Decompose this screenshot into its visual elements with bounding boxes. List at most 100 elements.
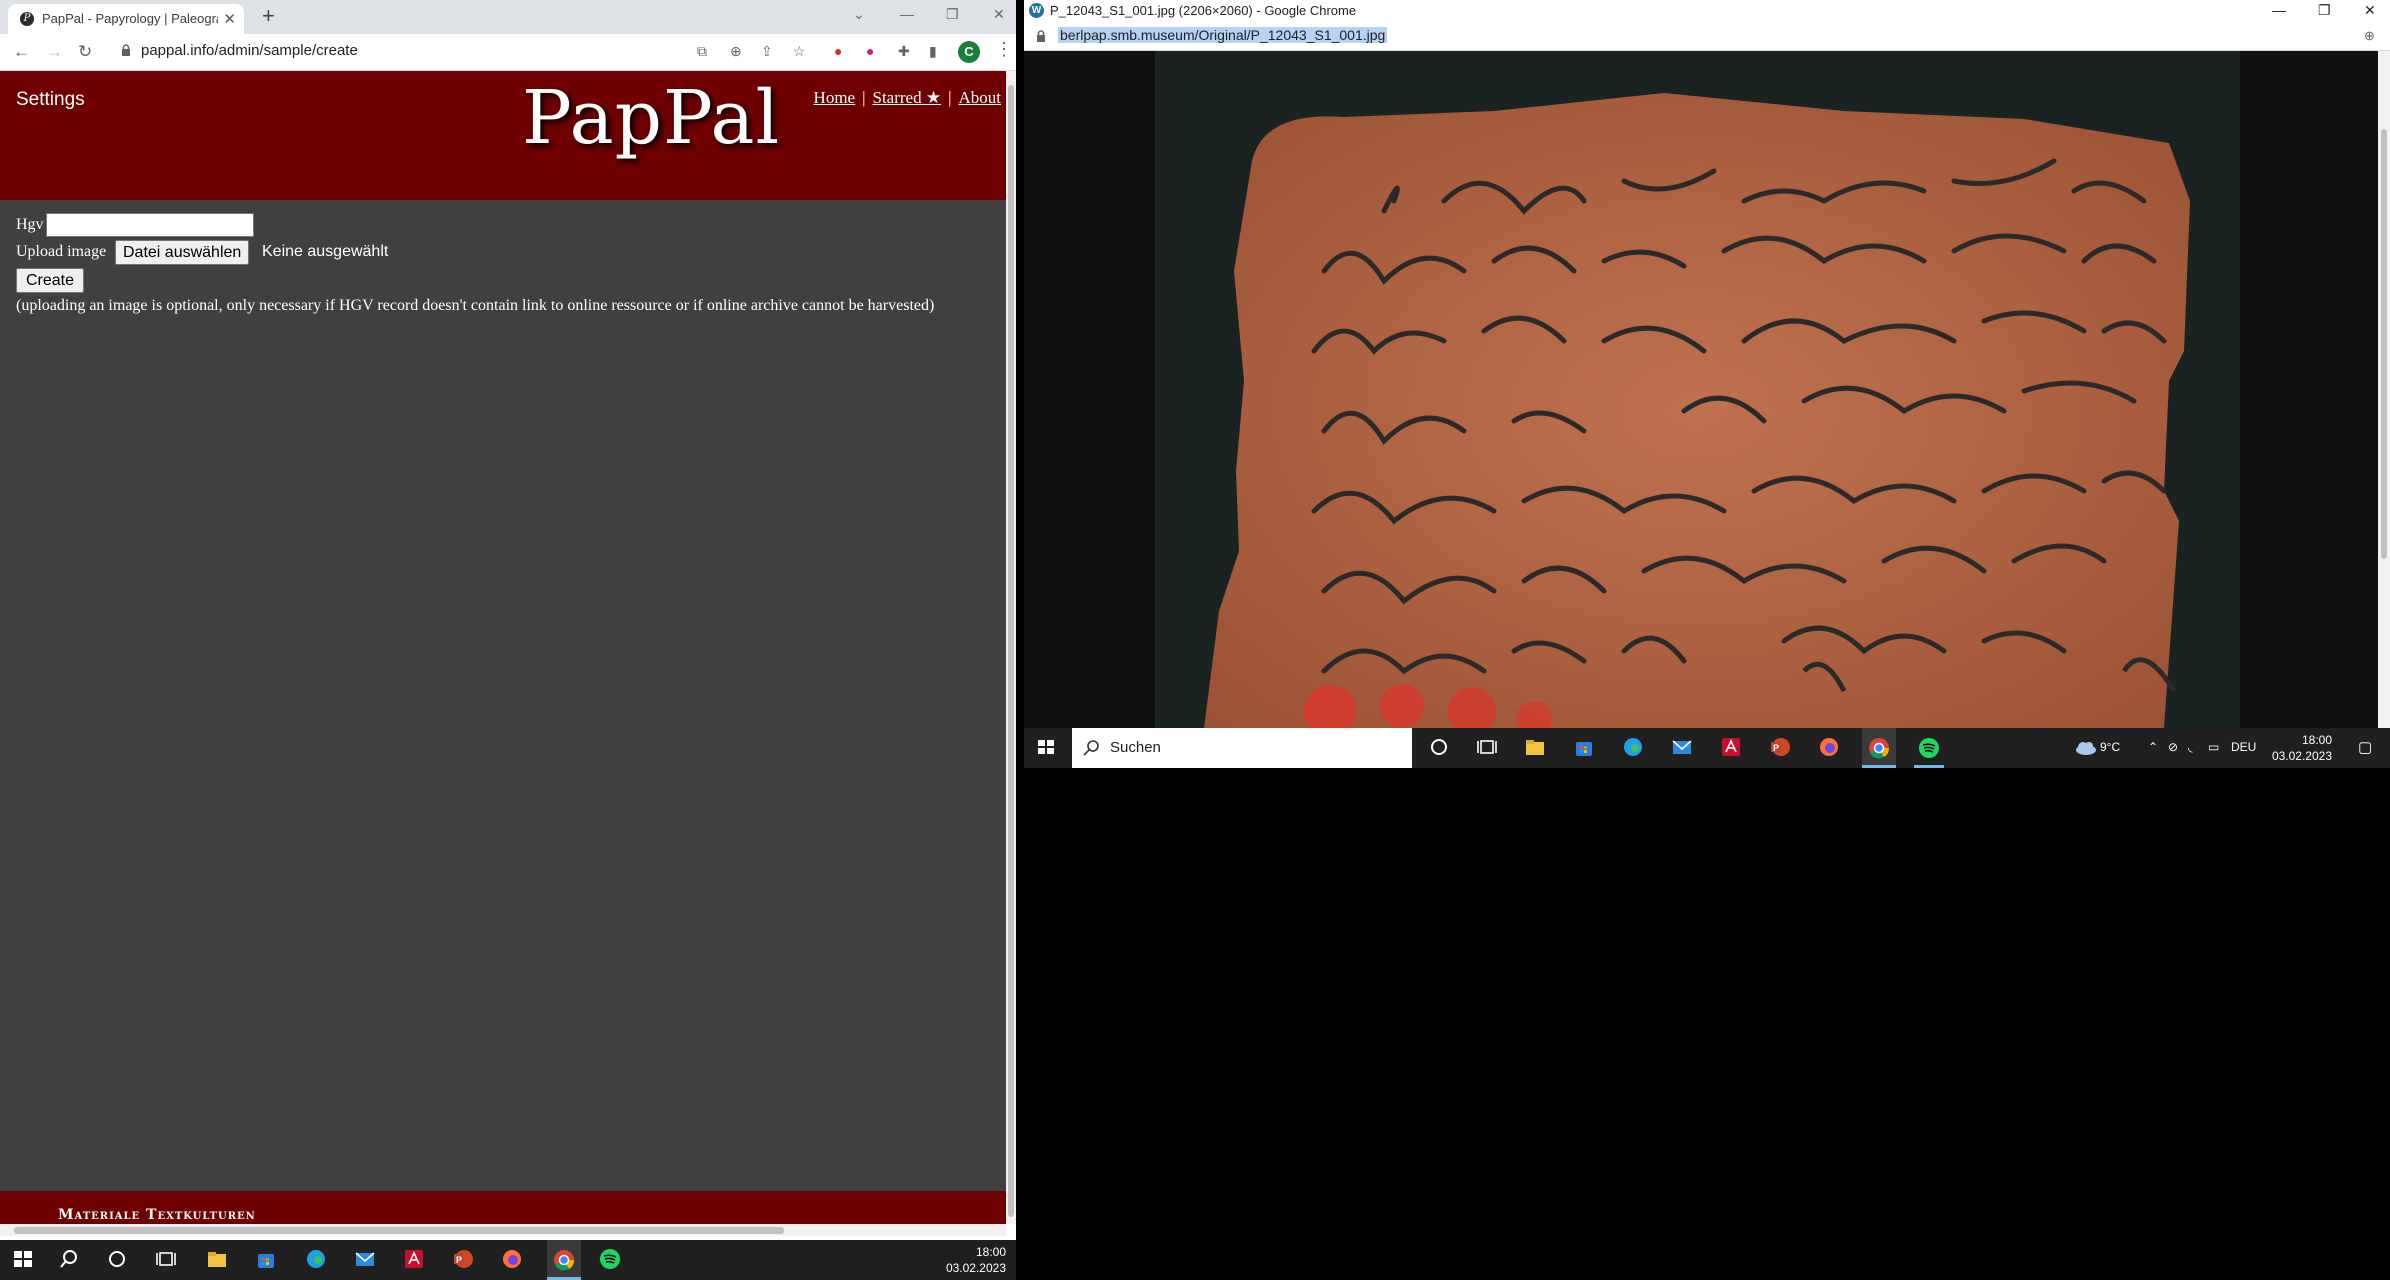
create-button[interactable]: Create	[16, 268, 85, 293]
acrobat-icon[interactable]	[403, 1248, 427, 1272]
cortana-icon[interactable]	[106, 1248, 130, 1272]
cortana-icon[interactable]	[1428, 736, 1452, 760]
file-status-text: Keine ausgewählt	[262, 243, 389, 260]
edge-icon[interactable]	[305, 1248, 329, 1272]
clock-date: 03.02.2023	[945, 1261, 1006, 1275]
network-off-icon[interactable]: ⊘	[2168, 740, 2178, 754]
language-indicator[interactable]: DEU	[2231, 740, 2256, 754]
weather-cloud-icon[interactable]	[2074, 740, 2098, 756]
zoom-icon[interactable]: ⊕	[730, 43, 742, 60]
side-panel-icon[interactable]: ▮	[929, 43, 937, 60]
profile-avatar[interactable]: C	[958, 41, 980, 63]
taskbar-clock[interactable]: 18:00 03.02.2023	[2270, 732, 2332, 764]
chrome-icon[interactable]	[547, 1240, 581, 1280]
address-bar[interactable]: berlpap.smb.museum/Original/P_12043_S1_0…	[1058, 27, 1388, 43]
image-viewer	[1024, 51, 2378, 728]
hgv-label: Hgv	[16, 216, 44, 233]
site-header: Settings PapPal Home | Starred ★ | About	[0, 71, 1006, 200]
clock-date: 03.02.2023	[2271, 749, 2332, 763]
spotify-icon[interactable]	[599, 1248, 623, 1272]
firefox-icon[interactable]	[1818, 736, 1842, 760]
nav-about-link[interactable]: About	[959, 88, 1002, 107]
minimize-icon[interactable]: —	[900, 6, 914, 22]
lock-icon[interactable]	[121, 44, 131, 57]
notification-icon[interactable]: ▢	[2358, 738, 2372, 756]
pappal-favicon-icon: P	[20, 12, 34, 26]
right-browser-window: W P_12043_S1_001.jpg (2206×2060) - Googl…	[1024, 0, 2390, 768]
close-window-icon[interactable]: ✕	[993, 6, 1005, 23]
battery-icon[interactable]: ▭	[2208, 740, 2219, 754]
window-title: P_12043_S1_001.jpg (2206×2060) - Google …	[1050, 3, 1357, 18]
upload-row: Upload image Datei auswählen Keine ausge…	[16, 240, 388, 265]
settings-link[interactable]: Settings	[16, 89, 85, 111]
choose-file-button[interactable]: Datei auswählen	[115, 240, 250, 265]
pappal-logo[interactable]: PapPal	[522, 75, 780, 161]
nav-home-link[interactable]: Home	[814, 88, 856, 107]
weather-temp[interactable]: 9°C	[2100, 740, 2120, 754]
powerpoint-icon[interactable]: P	[452, 1248, 476, 1272]
search-icon[interactable]	[58, 1248, 82, 1272]
extensions-puzzle-icon[interactable]: ✚	[898, 43, 910, 60]
chrome-menu-icon[interactable]: ⋮	[995, 39, 1013, 60]
tray-chevron-icon[interactable]: ⌃	[2148, 740, 2158, 754]
bookmark-star-icon[interactable]: ☆	[793, 43, 806, 60]
lock-icon[interactable]	[1036, 30, 1046, 43]
pappal-page: Settings PapPal Home | Starred ★ | About Hgv…	[0, 71, 1006, 1224]
back-icon[interactable]: ←	[13, 42, 30, 62]
ms-store-icon[interactable]	[255, 1248, 279, 1272]
taskbar-right: Suchen P 9°C ⌃ ⊘ ◟ ▭ DEU 18:00 03.02.202…	[1024, 728, 2390, 768]
browser-tab-pappal[interactable]: P PapPal - Papyrology | Paleography ✕	[8, 4, 244, 34]
upload-label: Upload image	[16, 243, 107, 260]
reload-icon[interactable]: ↻	[78, 42, 92, 62]
clock-time: 18:00	[2301, 733, 2332, 747]
tab-search-icon[interactable]: ⌄	[853, 6, 865, 23]
tab-close-icon[interactable]: ✕	[223, 10, 236, 28]
hgv-input[interactable]	[46, 213, 254, 237]
mail-icon[interactable]	[1671, 736, 1695, 760]
spotify-icon[interactable]	[1912, 728, 1946, 768]
file-explorer-icon[interactable]	[206, 1248, 230, 1272]
zoom-icon[interactable]: ⊕	[2364, 28, 2375, 44]
window-titlebar: W P_12043_S1_001.jpg (2206×2060) - Googl…	[1024, 0, 2390, 22]
restore-icon[interactable]: ❐	[2318, 2, 2331, 19]
mail-icon[interactable]	[354, 1248, 378, 1272]
new-tab-icon[interactable]: +	[262, 3, 275, 29]
firefox-icon[interactable]	[501, 1248, 525, 1272]
horizontal-scrollbar[interactable]	[0, 1224, 1006, 1236]
powerpoint-icon[interactable]: P	[1769, 736, 1793, 760]
footer-materiale-textkulturen[interactable]: Materiale Textkulturen	[58, 1207, 256, 1223]
wifi-icon[interactable]: ◟	[2188, 740, 2193, 754]
chrome-icon[interactable]	[1862, 728, 1896, 768]
task-view-icon[interactable]	[155, 1248, 179, 1272]
taskbar-left: P 18:00 03.02.2023	[0, 1240, 1016, 1280]
windows-start-icon[interactable]	[1035, 736, 1059, 760]
translate-icon[interactable]: ⧉	[697, 43, 707, 60]
browser-toolbar: ← → ↻ pappal.info/admin/sample/create ⧉ …	[0, 34, 1016, 71]
edge-icon[interactable]	[1622, 736, 1646, 760]
acrobat-icon[interactable]	[1720, 736, 1744, 760]
file-explorer-icon[interactable]	[1524, 736, 1548, 760]
vertical-scrollbar[interactable]	[2378, 51, 2390, 728]
task-view-icon[interactable]	[1476, 736, 1500, 760]
extension-red-icon[interactable]: ●	[834, 43, 842, 59]
ms-store-icon[interactable]	[1573, 736, 1597, 760]
scroll-thumb[interactable]	[1008, 85, 1014, 1217]
minimize-icon[interactable]: —	[2272, 2, 2286, 18]
restore-icon[interactable]: ❐	[946, 6, 959, 23]
tab-title: PapPal - Papyrology | Paleography	[42, 11, 218, 26]
close-window-icon[interactable]: ✕	[2364, 2, 2376, 19]
windows-start-icon[interactable]	[12, 1248, 36, 1272]
scroll-thumb[interactable]	[2381, 129, 2387, 559]
ostracon-image	[1204, 93, 2190, 728]
scroll-thumb[interactable]	[14, 1227, 784, 1234]
address-bar-row: berlpap.smb.museum/Original/P_12043_S1_0…	[1024, 22, 2390, 51]
search-placeholder: Suchen	[1110, 739, 1161, 756]
vertical-scrollbar[interactable]	[1006, 71, 1016, 1224]
share-icon[interactable]: ⇪	[761, 43, 773, 60]
nav-starred-link[interactable]: Starred ★	[873, 88, 942, 107]
taskbar-clock[interactable]: 18:00 03.02.2023	[930, 1244, 1006, 1276]
address-bar[interactable]: pappal.info/admin/sample/create	[141, 42, 358, 59]
forward-icon[interactable]: →	[46, 42, 63, 62]
taskbar-search-box[interactable]: Suchen	[1072, 728, 1412, 768]
extension-pink-icon[interactable]: ●	[866, 43, 874, 59]
